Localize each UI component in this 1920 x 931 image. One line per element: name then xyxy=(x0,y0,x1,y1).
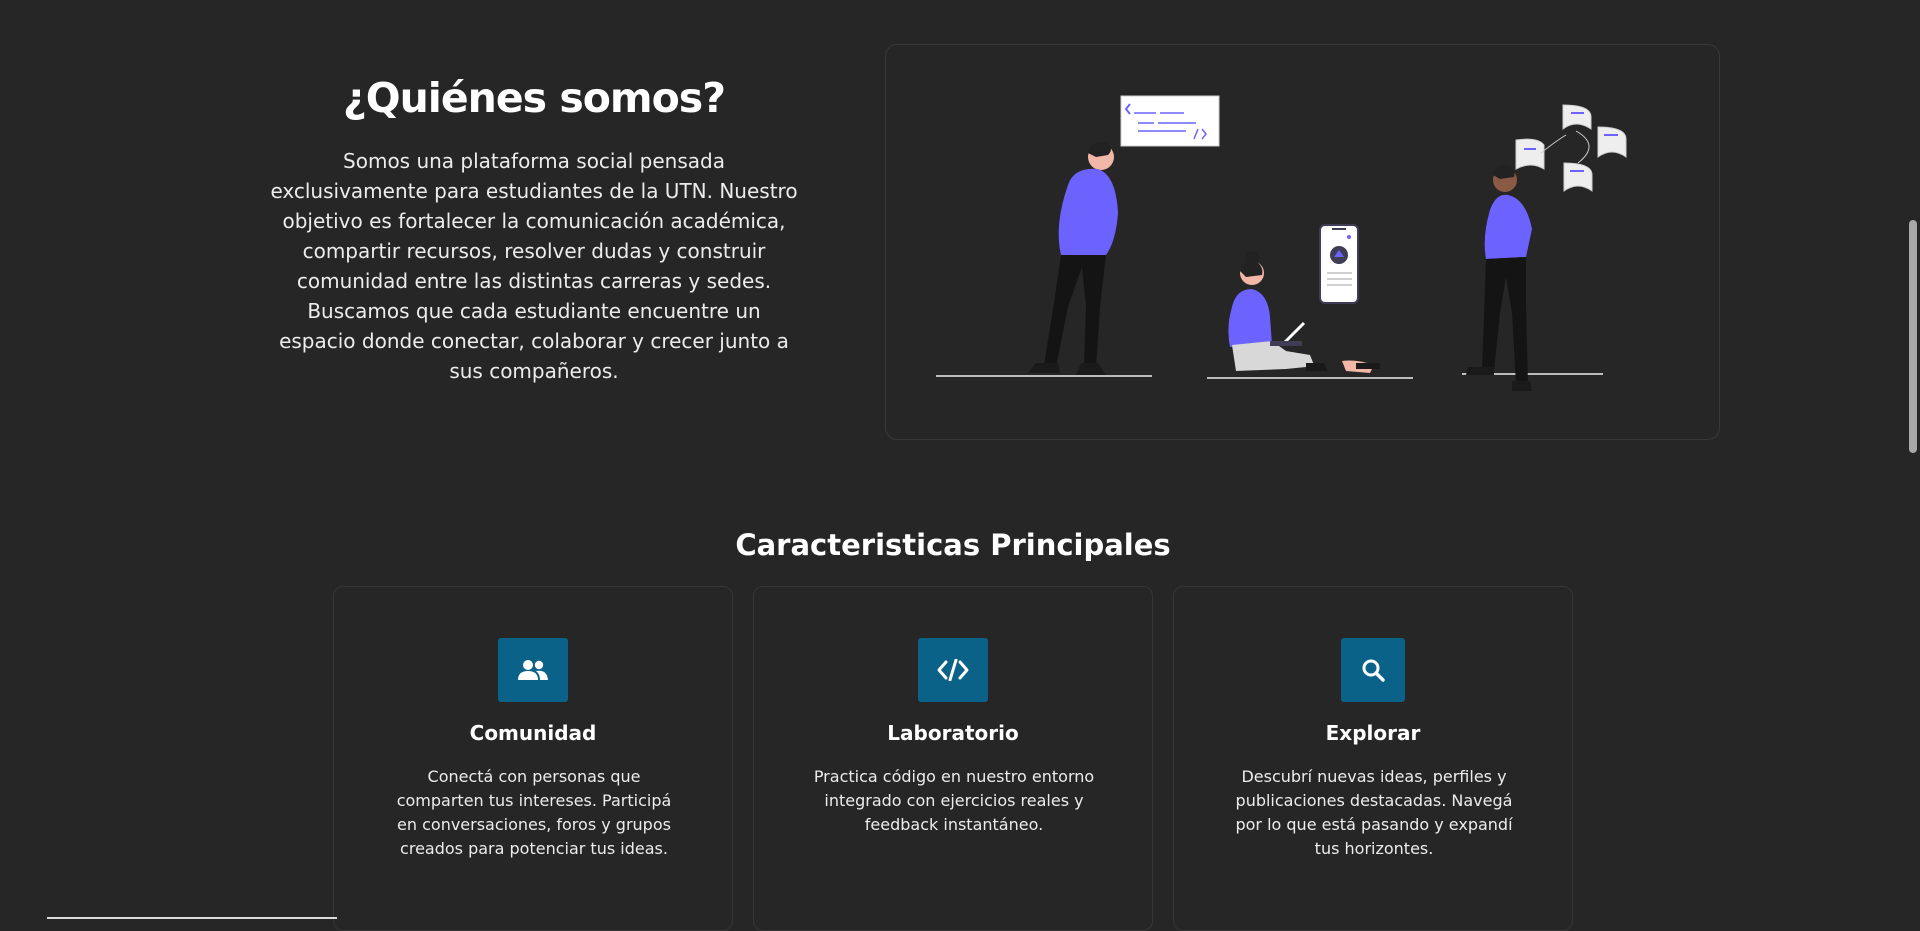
code-window-graphic xyxy=(1120,95,1220,147)
about-description: Somos una plataforma social pensada excl… xyxy=(270,149,798,383)
feature-name: Comunidad xyxy=(469,721,597,745)
team-illustration-card xyxy=(885,44,1720,440)
standing-person-right xyxy=(1466,165,1532,391)
feature-card-laboratorio: Laboratorio Practica código en nuestro e… xyxy=(753,586,1153,931)
feature-card-comunidad: Comunidad Conectá con personas que compa… xyxy=(333,586,733,931)
feature-card-explorar: Explorar Descubrí nuevas ideas, perfiles… xyxy=(1173,586,1573,931)
feature-description: Practica código en nuestro entorno integ… xyxy=(813,767,1095,834)
feature-description: Conectá con personas que comparten tus i… xyxy=(396,767,672,858)
features-title: Caracteristicas Principales xyxy=(735,528,1171,562)
standing-person-left xyxy=(1028,142,1118,375)
search-icon xyxy=(1341,638,1405,702)
scrollbar-thumb[interactable] xyxy=(1909,220,1917,453)
team-illustration xyxy=(936,95,1627,391)
about-title: ¿Quiénes somos? xyxy=(342,74,726,122)
phone-graphic xyxy=(1319,224,1359,304)
scrollbar-track[interactable] xyxy=(1906,0,1920,919)
code-icon xyxy=(918,638,988,702)
floating-notes-graphic xyxy=(1515,104,1627,192)
feature-description: Descubrí nuevas ideas, perfiles y public… xyxy=(1235,767,1513,858)
users-icon xyxy=(498,638,568,702)
feature-name: Explorar xyxy=(1325,721,1421,745)
feature-name: Laboratorio xyxy=(887,721,1019,745)
